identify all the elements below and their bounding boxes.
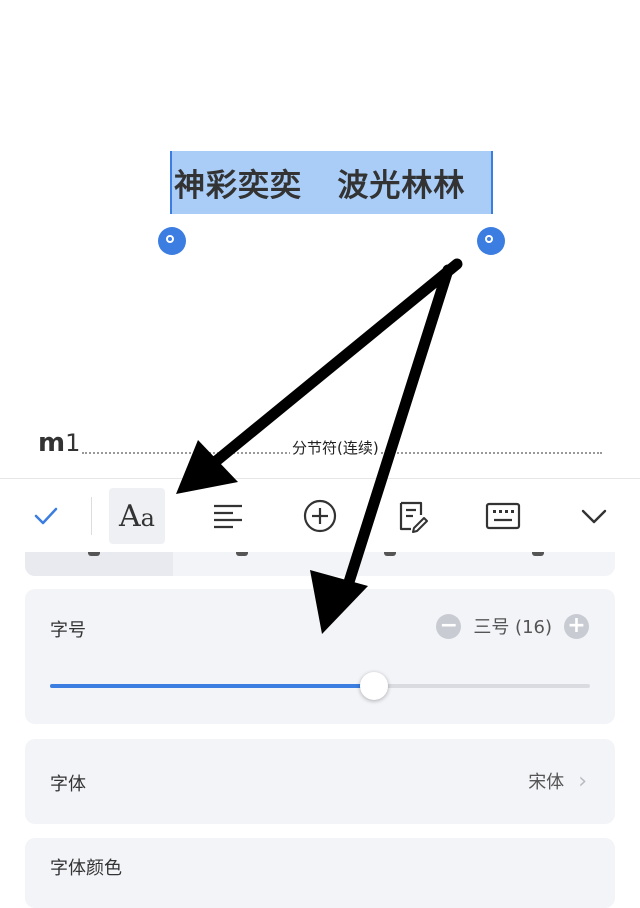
font-size-label: 字号 [50,620,86,641]
font-size-slider[interactable] [50,672,590,700]
edit-notes-button[interactable] [382,479,442,553]
keyboard-button[interactable] [473,479,533,553]
document-canvas[interactable]: 神彩奕奕 波光林林 m1 分节符(连续) [0,0,640,478]
heading-number: 1 [65,429,81,457]
confirm-button[interactable] [16,479,76,553]
font-family-value: 宋体 [528,772,565,793]
bottom-toolbar: Aa [0,478,640,553]
chevron-right-icon: › [578,768,587,794]
paragraph-button[interactable] [198,479,258,553]
font-size-slider-fill [50,684,374,688]
section-break-label: 分节符(连续) [290,437,381,458]
plus-circle-icon [303,499,337,533]
font-family-value-group: 宋体 › [528,768,587,794]
style-tab-glyph [236,552,248,556]
font-size-control: − 三号 (16) + [436,613,589,639]
font-family-label: 字体 [50,774,86,795]
font-aa-icon: Aa [119,498,155,534]
style-tab-glyph [532,552,544,556]
decrease-size-button[interactable]: − [436,613,462,639]
check-icon [34,507,58,525]
selection-start-bar [170,151,172,214]
chevron-down-icon [581,509,607,524]
insert-button[interactable] [290,479,350,553]
font-size-value: 三号 (16) [473,617,552,638]
font-family-row[interactable]: 字体 宋体 › [25,739,615,824]
selection-end-handle[interactable] [477,227,505,255]
note-edit-icon [399,501,428,533]
style-tab-glyph [88,552,100,556]
keyboard-icon [485,502,521,530]
font-size-slider-thumb[interactable] [360,672,388,700]
font-format-button[interactable]: Aa [107,479,167,553]
font-color-label: 字体颜色 [50,858,122,879]
font-color-row[interactable]: 字体颜色 [25,838,615,908]
style-tab-active[interactable] [25,552,173,576]
collapse-button[interactable] [564,479,624,553]
selected-text[interactable]: 神彩奕奕 波光林林 [174,160,492,205]
align-left-icon [214,504,242,529]
toolbar-divider [91,497,92,535]
heading-prefix: m [38,428,66,458]
heading-text[interactable]: m1 [38,428,80,458]
increase-size-button[interactable]: + [564,613,589,639]
style-tab-glyph [384,552,396,556]
font-size-card: 字号 − 三号 (16) + [25,589,615,724]
selection-start-handle[interactable] [158,227,186,255]
